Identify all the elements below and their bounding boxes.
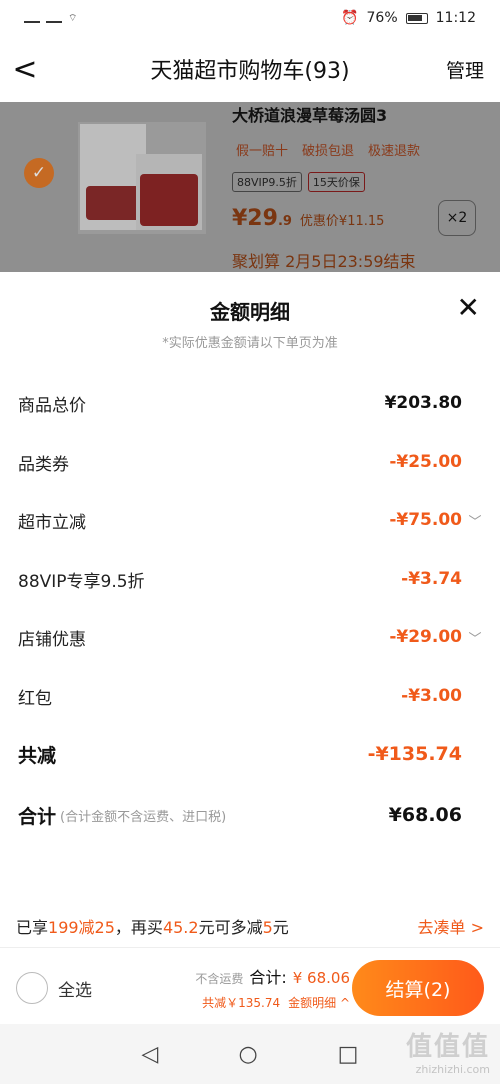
back-icon: < (12, 51, 38, 87)
tag: 破损包退 (302, 144, 355, 159)
total-amount: ¥ 68.06 (292, 969, 350, 987)
system-nav-bar: ◁ ○ □ (0, 1024, 500, 1084)
promo-deadline: 聚划算 2月5日23:59结束 (232, 252, 416, 271)
product-title[interactable]: 大桥道浪漫草莓汤圆3 (232, 102, 387, 126)
row-store-discount[interactable]: 店铺优惠 -¥29.00 ﹀ (18, 622, 482, 652)
status-bar: ⌔ ⏰ 76% 11:12 (0, 0, 500, 36)
system-back-icon[interactable]: ◁ (142, 1042, 159, 1067)
row-vip-discount: 88VIP专享9.5折 -¥3.74 (18, 569, 462, 592)
chevron-down-icon: ﹀ (468, 631, 482, 647)
tag: 假一赔十 (236, 144, 289, 159)
select-all-radio[interactable] (16, 972, 48, 1004)
price-row: ¥29.9 优惠价¥11.15 (232, 206, 384, 231)
row-red-packet: 红包 -¥3.00 (18, 686, 462, 709)
alarm-icon: ⏰ (341, 10, 359, 26)
nav-bar: < 天猫超市购物车(93) 管理 (0, 36, 500, 102)
total-reduction: 共减￥135.74 (202, 996, 281, 1010)
no-shipping-note: 不含运费 (195, 972, 244, 986)
select-all-label: 全选 (58, 980, 92, 1001)
add-more-link[interactable]: 去凑单 > (418, 914, 485, 938)
close-icon[interactable]: ✕ (457, 294, 480, 322)
product-badges: 88VIP9.5折 15天价保 (232, 172, 365, 192)
row-total-reduction: 共减 -¥135.74 (18, 743, 462, 767)
total-label: 合计: (249, 968, 287, 987)
row-goods-total: 商品总价 ¥203.80 (18, 393, 462, 416)
item-checkbox[interactable]: ✓ (24, 158, 54, 188)
checkout-button[interactable]: 结算(2) (352, 960, 484, 1016)
total-summary: 不含运费 合计: ¥ 68.06 共减￥135.74 金额明细 ^ (180, 964, 350, 1011)
system-recent-icon[interactable]: □ (338, 1042, 359, 1067)
sheet-subtitle: *实际优惠金额请以下单页为准 (162, 336, 338, 351)
sum-note: (合计金额不含运费、进口税) (60, 809, 227, 825)
cart-item-background: ✓ 大桥道浪漫草莓汤圆3 假一赔十 破损包退 极速退款 88VIP9.5折 15… (0, 102, 500, 272)
promo-tip-bar: 已享199减25，再买45.2元可多减5元 去凑单 > (0, 904, 500, 948)
signal-indicators: ⌔ (24, 12, 77, 25)
page-title: 天猫超市购物车(93) (150, 59, 350, 84)
system-home-icon[interactable]: ○ (238, 1042, 257, 1067)
tag: 极速退款 (368, 144, 421, 159)
signal-icon (46, 13, 62, 23)
wifi-icon: ⌔ (68, 12, 78, 24)
manage-button[interactable]: 管理 (446, 56, 484, 83)
discount-price: 优惠价¥11.15 (299, 214, 385, 229)
select-all[interactable]: 全选 (16, 972, 92, 1004)
signal-icon (24, 13, 40, 23)
product-tags: 假一赔十 破损包退 极速退款 (236, 140, 420, 159)
chevron-down-icon: ﹀ (468, 514, 482, 530)
row-category-coupon: 品类券 -¥25.00 (18, 452, 462, 475)
product-image[interactable] (78, 122, 206, 234)
promo-tip-text: 已享199减25，再买45.2元可多减5元 (16, 917, 289, 937)
battery-icon (405, 12, 428, 24)
price-detail-sheet: 金额明细 ✕ *实际优惠金额请以下单页为准 商品总价 ¥203.80 品类券 -… (0, 272, 500, 952)
quantity-selector[interactable]: ×2 (438, 200, 476, 236)
price-guarantee-badge: 15天价保 (307, 172, 365, 192)
sheet-title: 金额明细 (210, 300, 290, 324)
price-detail-toggle[interactable]: 金额明细 ^ (288, 994, 350, 1011)
clock: 11:12 (435, 10, 476, 26)
product-price: ¥29.9 (232, 206, 292, 231)
checkout-footer: 全选 不含运费 合计: ¥ 68.06 共减￥135.74 金额明细 ^ 结算(… (0, 950, 500, 1024)
vip-badge: 88VIP9.5折 (232, 172, 302, 192)
row-sum: 合计 (合计金额不含运费、进口税) ¥68.06 (18, 804, 462, 828)
back-button[interactable]: < (0, 36, 50, 102)
row-market-discount[interactable]: 超市立减 -¥75.00 ﹀ (18, 505, 482, 535)
check-icon: ✓ (31, 163, 47, 183)
battery-percent: 76% (366, 10, 398, 26)
